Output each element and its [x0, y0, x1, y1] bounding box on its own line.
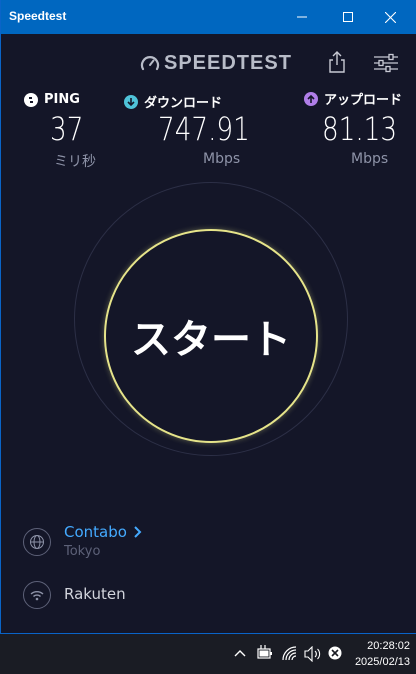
ping-label: PING — [24, 92, 80, 107]
ping-icon — [24, 92, 38, 107]
taskbar: 20:28:02 2025/02/13 — [0, 634, 416, 674]
server-link[interactable]: Contabo — [64, 523, 143, 541]
wifi-icon — [23, 581, 51, 609]
ping-unit: ミリ秒 — [54, 154, 96, 170]
clock-date: 2025/02/13 — [354, 656, 410, 668]
minimize-icon — [297, 16, 307, 18]
system-clock[interactable]: 20:28:02 2025/02/13 — [355, 638, 410, 670]
notification-off-icon[interactable] — [328, 646, 342, 660]
settings-sliders-icon — [374, 53, 398, 73]
chevron-right-icon — [134, 526, 142, 538]
speedometer-icon — [140, 55, 160, 70]
share-icon — [329, 51, 345, 73]
window-title: Speedtest — [9, 9, 67, 23]
volume-icon[interactable] — [304, 646, 322, 662]
download-label: ダウンロード — [124, 92, 222, 111]
download-arrow-icon — [124, 94, 138, 109]
ping-value: 37 — [50, 110, 84, 148]
maximize-button[interactable] — [325, 0, 371, 34]
share-button[interactable] — [328, 51, 346, 77]
server-city: Tokyo — [64, 544, 101, 559]
download-unit: Mbps — [203, 151, 241, 167]
clock-time: 20:28:02 — [367, 640, 410, 652]
upload-label-text: アップロード — [324, 93, 403, 108]
battery-charging-icon[interactable] — [256, 645, 274, 661]
close-icon — [384, 11, 396, 23]
start-button[interactable]: スタート — [104, 229, 318, 443]
download-label-text: ダウンロード — [144, 96, 223, 111]
isp-name: Rakuten — [64, 585, 126, 603]
main-content: SPEEDTEST PING 37 ミリ秒 ダウンロード 747.91 Mbps… — [2, 34, 416, 633]
close-button[interactable] — [367, 0, 413, 34]
upload-value: 81.13 — [322, 110, 398, 148]
speedtest-logo: SPEEDTEST — [140, 52, 292, 75]
ping-label-text: PING — [44, 92, 80, 107]
upload-label: アップロード — [304, 89, 402, 108]
minimize-button[interactable] — [279, 0, 325, 34]
maximize-icon — [343, 12, 353, 22]
title-bar[interactable]: Speedtest — [1, 0, 416, 34]
logo-text: SPEEDTEST — [164, 52, 292, 74]
server-name: Contabo — [64, 523, 127, 541]
globe-icon — [23, 528, 51, 556]
download-value: 747.91 — [158, 110, 250, 148]
start-button-label: スタート — [131, 317, 291, 363]
network-icon[interactable] — [282, 646, 298, 662]
upload-arrow-icon — [304, 91, 318, 106]
settings-button[interactable] — [374, 53, 398, 77]
chevron-up-icon[interactable] — [234, 648, 246, 658]
upload-unit: Mbps — [351, 151, 389, 167]
speedtest-window: Speedtest SPEEDTEST PING 37 ミリ秒 ダウンロード 7… — [0, 0, 416, 634]
